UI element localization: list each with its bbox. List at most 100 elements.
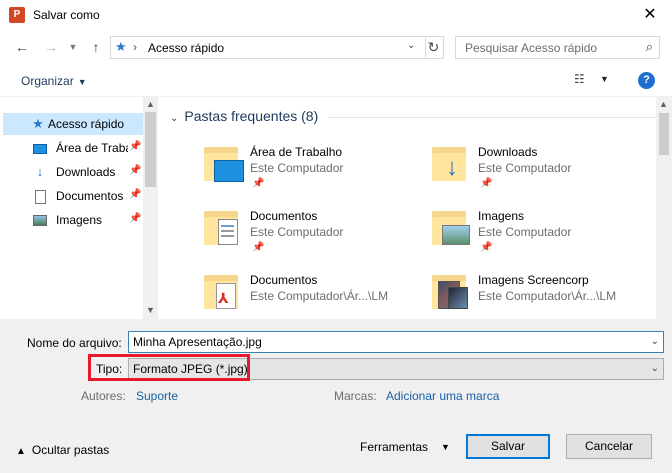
authors-value[interactable]: Suporte [136,389,178,403]
folder-name: Documentos [250,273,318,287]
recent-locations-button[interactable]: ▼ [64,37,82,57]
window-title: Salvar como [33,8,100,22]
filename-label: Nome do arquivo: [27,336,122,350]
pin-icon: 📌 [480,178,493,189]
documents-folder-icon [204,205,238,247]
back-button[interactable]: ← [13,37,31,57]
folder-tile-downloads[interactable]: ↓ Downloads Este Computador 📌 [386,141,606,197]
document-icon [32,188,48,204]
search-icon[interactable]: ⌕ [646,39,653,55]
frequent-folders-header[interactable]: ⌄ Pastas frequentes (8) [170,108,318,124]
tags-label: Marcas: [334,389,377,403]
sidebar-item-desktop[interactable]: Área de Trabalho 📌 [0,137,143,159]
tools-menu[interactable]: Ferramentas [360,440,428,454]
filename-input[interactable]: Minha Apresentação.jpg ⌄ [128,331,664,353]
folder-name: Imagens Screencorp [478,273,589,287]
quick-access-star-icon: ★ [115,39,127,54]
folder-location: Este Computador\Ár...\LM [478,289,617,303]
forward-button[interactable]: → [42,37,60,57]
pin-icon: 📌 [129,165,142,176]
save-form: Nome do arquivo: Minha Apresentação.jpg … [0,319,672,473]
photos-folder-icon [432,269,468,311]
add-tag-link[interactable]: Adicionar uma marca [386,389,499,403]
pin-icon: 📌 [480,242,493,253]
folder-location: Este Computador [250,225,344,239]
downloads-folder-icon: ↓ [432,141,466,183]
hide-folders-button[interactable]: ▲ Ocultar pastas [16,443,109,457]
address-bar[interactable]: ★ › Acesso rápido ⌄ [110,36,426,59]
folder-tile-documents[interactable]: Documentos Este Computador 📌 [158,205,378,261]
pin-icon: 📌 [129,141,142,152]
sidebar-item-downloads[interactable]: ↓ Downloads 📌 [0,161,143,183]
folder-location: Este Computador\Ár...\LM [250,289,389,303]
caret-down-icon[interactable]: ▼ [441,442,450,452]
close-button[interactable]: ✕ [630,1,670,29]
cancel-button[interactable]: Cancelar [566,434,652,459]
folder-tile-images-screencorp[interactable]: Imagens Screencorp Este Computador\Ár...… [386,269,616,325]
group-title: Pastas frequentes (8) [184,108,319,124]
folder-name: Área de Trabalho [250,145,343,159]
download-icon: ↓ [36,164,44,179]
forward-arrow-icon: → [44,39,58,55]
filename-value: Minha Apresentação.jpg [133,335,262,349]
chevron-up-icon: ▲ [16,446,26,457]
change-view-button[interactable]: ☷ [574,72,585,86]
sidebar-item-documents[interactable]: Documentos 📌 [0,185,143,207]
refresh-button[interactable]: ↻ [424,36,444,59]
sidebar-item-label: Imagens [56,213,103,227]
sidebar-scrollbar[interactable]: ▲ ▼ [143,97,158,319]
folder-name: Downloads [478,145,538,159]
content-scrollbar[interactable]: ▲ [656,97,672,319]
content-pane: ⌄ Pastas frequentes (8) Área de Trabalho … [158,97,672,319]
sidebar-item-label: Área de Trabalho [56,141,128,155]
up-arrow-icon: ↑ [92,39,100,55]
breadcrumb-separator-icon[interactable]: › [133,40,137,54]
folder-tile-desktop[interactable]: Área de Trabalho Este Computador 📌 [158,141,378,197]
caret-down-icon: ▼ [77,77,87,87]
up-button[interactable]: ↑ [87,37,105,57]
organize-label: Organizar [21,74,74,88]
folder-tile-documents-lm[interactable]: ⅄ Documentos Este Computador\Ár...\LM [158,269,388,325]
help-icon[interactable]: ? [638,72,655,89]
save-button[interactable]: Salvar [466,434,550,459]
desktop-icon [32,140,48,156]
folder-name: Documentos [250,209,318,223]
title-bar: P Salvar como ✕ [0,0,672,31]
star-icon: ★ [32,116,44,131]
tools-label: Ferramentas [360,440,429,454]
powerpoint-icon: P [9,7,25,23]
search-placeholder: Pesquisar Acesso rápido [465,41,598,55]
scrollbar-thumb[interactable] [145,112,156,187]
sidebar-item-quick-access[interactable]: ★ Acesso rápido [3,113,143,135]
collapse-icon: ⌄ [170,113,179,124]
organize-menu[interactable]: Organizar ▼ [21,74,87,88]
sidebar-item-label: Acesso rápido [48,117,125,131]
chevron-down-icon: ▼ [68,42,78,52]
scroll-up-icon[interactable]: ▲ [656,99,671,109]
sidebar-item-images[interactable]: Imagens 📌 [0,209,143,231]
chevron-down-icon[interactable]: ⌄ [651,363,659,374]
chevron-down-icon[interactable]: ⌄ [651,336,659,347]
image-icon [32,212,48,228]
pin-icon: 📌 [252,178,265,189]
highlight-annotation [88,354,250,381]
back-arrow-icon: ← [15,39,29,55]
refresh-icon: ↻ [427,39,440,55]
search-input[interactable]: Pesquisar Acesso rápido ⌕ [455,36,660,59]
breadcrumb-quick-access[interactable]: Acesso rápido [148,41,224,55]
scrollbar-thumb[interactable] [659,113,669,155]
pin-icon: 📌 [129,189,142,200]
address-dropdown-icon[interactable]: ⌄ [407,40,415,51]
folder-location: Este Computador [478,161,572,175]
folder-name: Imagens [478,209,525,223]
scroll-up-icon[interactable]: ▲ [143,99,158,109]
folder-tile-images[interactable]: Imagens Este Computador 📌 [386,205,606,261]
pin-icon: 📌 [252,242,265,253]
view-dropdown-button[interactable]: ▼ [600,74,609,84]
scroll-down-icon[interactable]: ▼ [143,305,158,315]
view-options-icon: ☷ [574,72,585,86]
hide-folders-label: Ocultar pastas [31,443,110,457]
folder-location: Este Computador [478,225,572,239]
folder-location: Este Computador [250,161,344,175]
navigation-bar: ← → ▼ ↑ ★ › Acesso rápido ⌄ ↻ Pesquisar … [0,31,672,63]
